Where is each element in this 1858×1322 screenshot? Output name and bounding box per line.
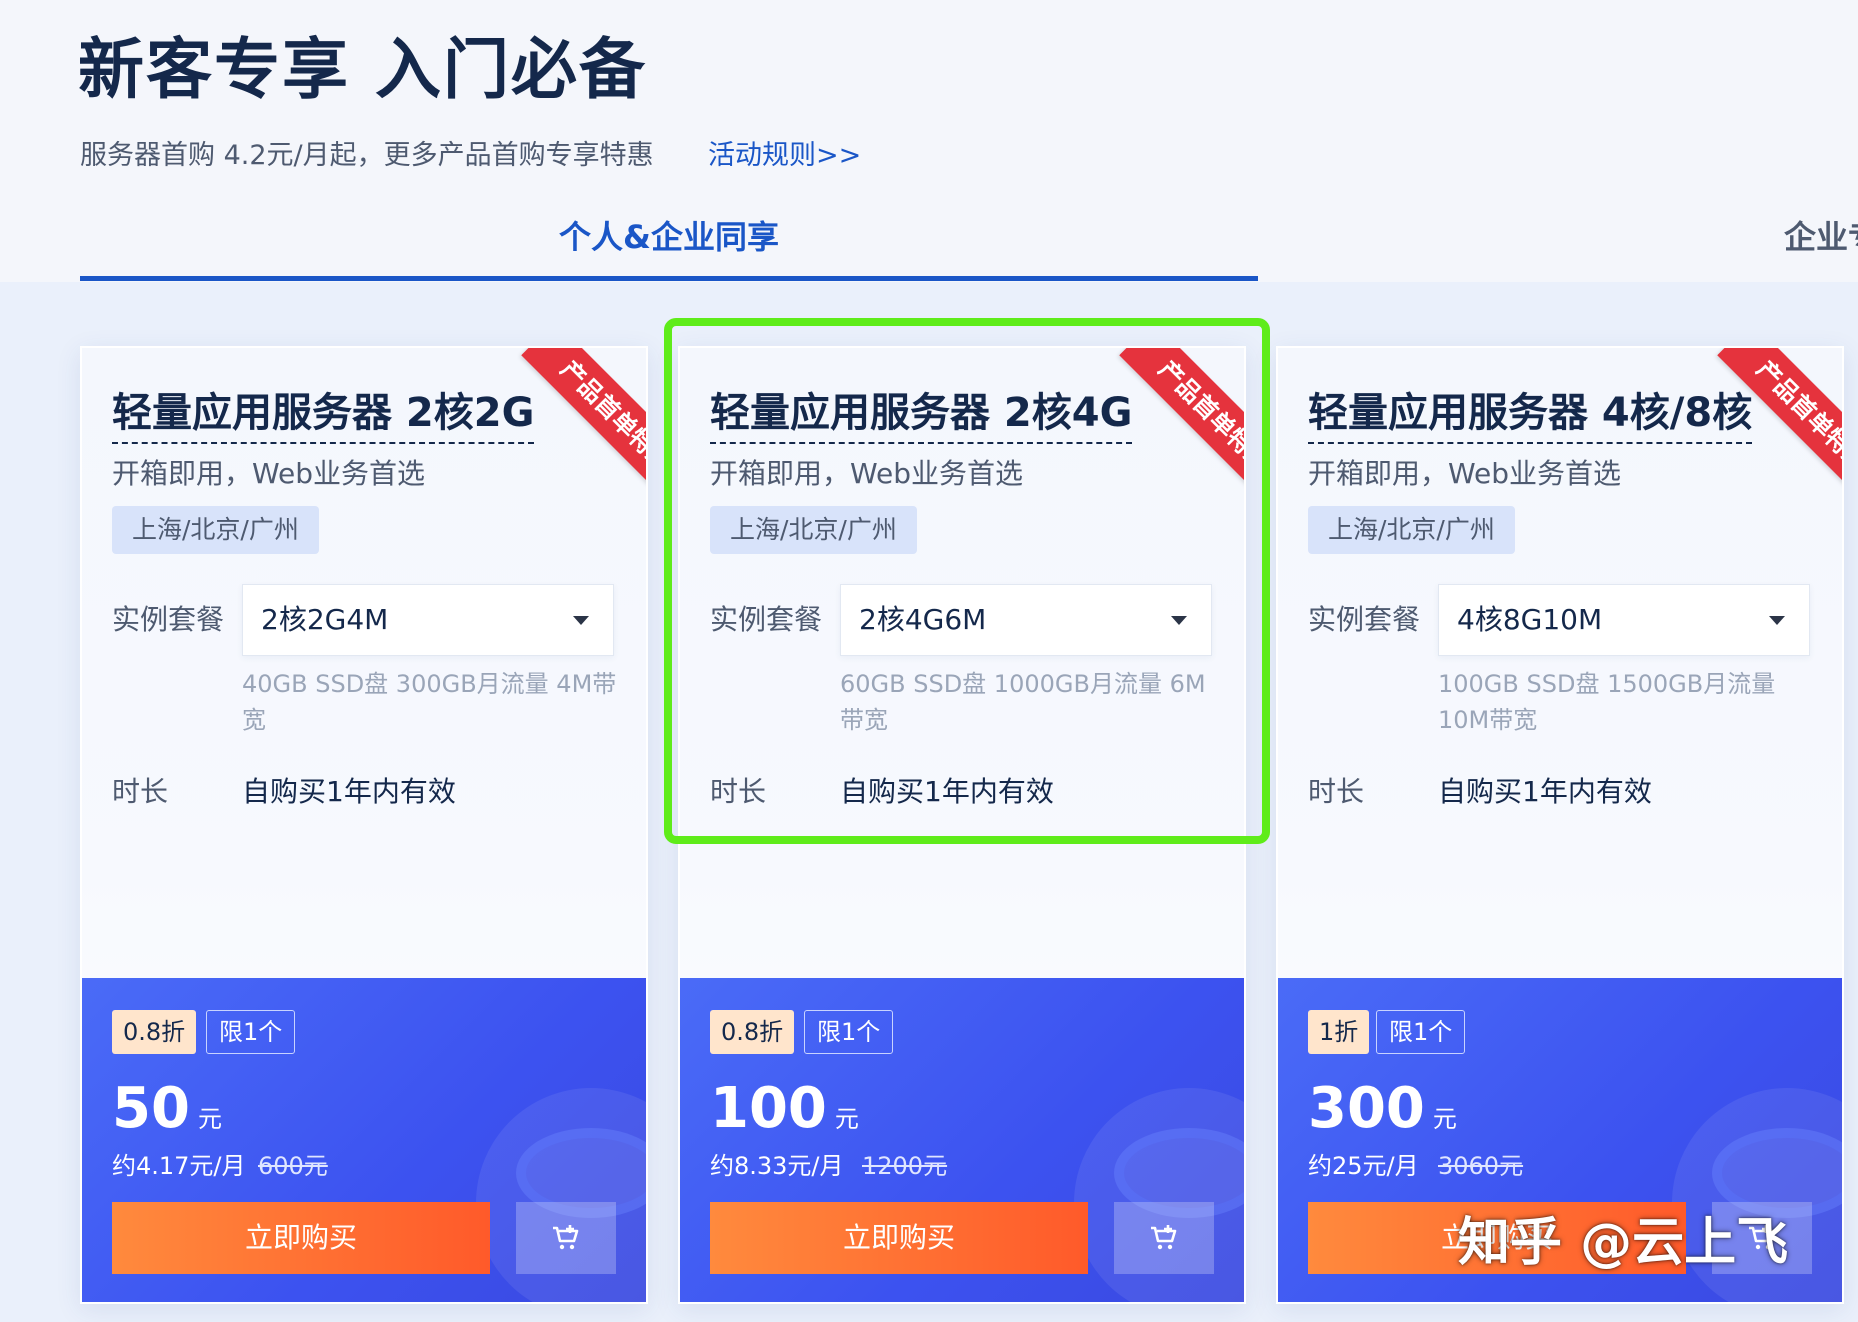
promo-ribbon: 产品首单特惠: [1094, 348, 1244, 498]
original-price: 1200元: [862, 1152, 948, 1180]
caret-down-icon: [573, 616, 589, 625]
package-select-value: 4核8G10M: [1457, 603, 1603, 636]
package-label: 实例套餐: [112, 603, 225, 636]
page-subtitle: 服务器首购 4.2元/月起，更多产品首购专享特惠: [80, 140, 654, 171]
discount-badge: 0.8折: [710, 1010, 795, 1054]
add-to-cart-button[interactable]: [516, 1202, 616, 1274]
duration-label: 时长: [710, 775, 767, 808]
page-header: 新客专享 入门必备 服务器首购 4.2元/月起，更多产品首购专享特惠 活动规则>…: [0, 0, 1858, 282]
region-tag: 上海/北京/广州: [112, 506, 319, 554]
caret-down-icon: [1171, 616, 1187, 625]
tab-personal-enterprise[interactable]: 个人&企业同享: [80, 210, 1258, 282]
package-label: 实例套餐: [710, 603, 823, 636]
original-price: 3060元: [1438, 1152, 1524, 1180]
package-select[interactable]: 2核4G6M: [840, 584, 1212, 656]
price-panel: 0.8折 限1个 50 元 约4.17元/月 600元 立即购买: [82, 978, 646, 1302]
price-value: 100: [710, 1076, 827, 1141]
cart-plus-icon: [1151, 1225, 1177, 1250]
package-spec: 60GB SSD盘 1000GB月流量 6M带宽: [840, 670, 1206, 734]
page-title: 新客专享 入门必备: [78, 31, 647, 108]
price-value: 300: [1308, 1076, 1425, 1141]
promo-ribbon-text: 产品首单特惠: [1119, 348, 1244, 498]
price-unit: 元: [197, 1105, 222, 1133]
package-select-value: 2核2G4M: [261, 603, 389, 636]
discount-badge: 0.8折: [112, 1010, 197, 1054]
price-unit: 元: [1432, 1105, 1457, 1133]
price: 300 元: [1308, 1074, 1457, 1154]
duration-label: 时长: [1308, 775, 1365, 808]
region-tag: 上海/北京/广州: [710, 506, 917, 554]
monthly-price: 约25元/月: [1308, 1152, 1419, 1180]
product-description: 开箱即用，Web业务首选: [1308, 457, 1622, 490]
activity-rules-link[interactable]: 活动规则>>: [708, 138, 861, 174]
price: 100 元: [710, 1074, 859, 1154]
promo-ribbon-text: 产品首单特惠: [521, 348, 646, 498]
package-spec: 40GB SSD盘 300GB月流量 4M带宽: [242, 670, 617, 734]
product-description: 开箱即用，Web业务首选: [112, 457, 426, 490]
promo-ribbon: 产品首单特惠: [1692, 348, 1842, 498]
duration-value: 自购买1年内有效: [1438, 775, 1652, 808]
package-label: 实例套餐: [1308, 603, 1421, 636]
caret-down-icon: [1769, 616, 1785, 625]
price-value: 50: [112, 1076, 190, 1141]
product-name[interactable]: 轻量应用服务器 2核2G: [112, 386, 535, 444]
zhihu-watermark: 知乎 @云上飞: [1458, 1213, 1789, 1273]
product-name[interactable]: 轻量应用服务器 2核4G: [710, 386, 1133, 444]
package-select-value: 2核4G6M: [859, 603, 987, 636]
package-select[interactable]: 4核8G10M: [1438, 584, 1810, 656]
duration-value: 自购买1年内有效: [840, 775, 1054, 808]
limit-badge: 限1个: [206, 1010, 296, 1054]
price-unit: 元: [834, 1105, 859, 1133]
add-to-cart-button[interactable]: [1114, 1202, 1214, 1274]
monthly-price: 约8.33元/月: [710, 1152, 844, 1180]
duration-value: 自购买1年内有效: [242, 775, 456, 808]
monthly-price: 约4.17元/月: [112, 1152, 246, 1180]
limit-badge: 限1个: [1376, 1010, 1466, 1054]
product-name[interactable]: 轻量应用服务器 4核/8核: [1308, 386, 1753, 444]
promo-ribbon-text: 产品首单特惠: [1717, 348, 1842, 498]
tab-enterprise-only[interactable]: 企业专享: [1784, 210, 1858, 264]
price: 50 元: [112, 1074, 222, 1154]
product-card-2c2g: 轻量应用服务器 2核2G 开箱即用，Web业务首选 上海/北京/广州 实例套餐 …: [80, 346, 648, 1304]
package-select[interactable]: 2核2G4M: [242, 584, 614, 656]
product-description: 开箱即用，Web业务首选: [710, 457, 1024, 490]
limit-badge: 限1个: [804, 1010, 894, 1054]
promo-ribbon: 产品首单特惠: [496, 348, 646, 498]
buy-now-button[interactable]: 立即购买: [112, 1202, 490, 1274]
discount-badge: 1折: [1308, 1010, 1370, 1054]
package-spec: 100GB SSD盘 1500GB月流量 10M带宽: [1438, 670, 1776, 734]
region-tag: 上海/北京/广州: [1308, 506, 1515, 554]
product-card-4c8g: 轻量应用服务器 4核/8核 开箱即用，Web业务首选 上海/北京/广州 实例套餐…: [1276, 346, 1844, 1304]
cart-plus-icon: [553, 1225, 579, 1250]
price-panel: 0.8折 限1个 100 元 约8.33元/月 1200元 立即购买: [680, 978, 1244, 1302]
product-card-2c4g: 轻量应用服务器 2核4G 开箱即用，Web业务首选 上海/北京/广州 实例套餐 …: [678, 346, 1246, 1304]
buy-now-button[interactable]: 立即购买: [710, 1202, 1088, 1274]
original-price: 600元: [258, 1152, 328, 1180]
active-tab-indicator: [80, 276, 1258, 281]
duration-label: 时长: [112, 775, 169, 808]
